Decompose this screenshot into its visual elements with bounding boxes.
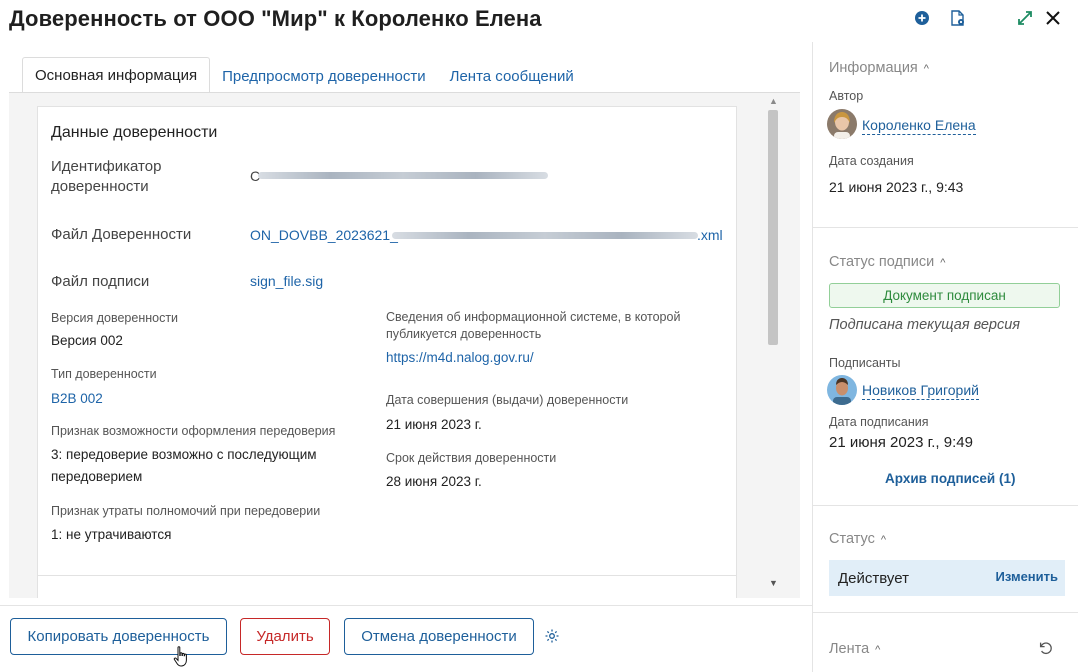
status-value: Действует	[838, 570, 909, 587]
sidebar-divider	[812, 42, 813, 672]
chevron-up-icon: ^	[880, 534, 887, 546]
issue-date-value: 21 июня 2023 г.	[386, 417, 482, 432]
file-redacted	[392, 232, 698, 239]
sidebar-separator	[813, 612, 1078, 613]
cancel-power-button[interactable]: Отмена доверенности	[344, 618, 534, 655]
type-label: Тип доверенности	[51, 367, 157, 381]
type-link[interactable]: B2B 002	[51, 391, 103, 406]
refresh-icon[interactable]	[1038, 640, 1054, 656]
expand-icon[interactable]	[1014, 6, 1036, 30]
delete-button[interactable]: Удалить	[240, 618, 330, 655]
next-card	[37, 575, 737, 598]
sidebar-separator	[813, 227, 1078, 228]
author-link[interactable]: Короленко Елена	[862, 117, 976, 135]
gear-icon[interactable]	[544, 628, 560, 644]
issue-date-label: Дата совершения (выдачи) доверенности	[386, 393, 629, 407]
status-section-header[interactable]: Статус ^	[829, 531, 886, 547]
version-label: Версия доверенности	[51, 311, 179, 325]
redelegation-label: Признак возможности оформления передовер…	[51, 424, 336, 438]
sign-file-label: Файл подписи	[51, 273, 150, 290]
status-section-title: Статус	[829, 531, 875, 547]
chevron-up-icon: ^	[940, 257, 946, 269]
status-badge: Документ подписан	[829, 283, 1060, 308]
chevron-up-icon: ^	[875, 644, 881, 656]
version-value: Версия 002	[51, 333, 123, 348]
tab-message-feed[interactable]: Лента сообщений	[438, 59, 586, 93]
close-icon[interactable]	[1042, 6, 1064, 30]
loss-label: Признак утраты полномочий при передовери…	[51, 504, 321, 518]
plus-circle-icon[interactable]	[911, 6, 933, 30]
page-title: Доверенность от ООО "Мир" к Короленко Ел…	[9, 6, 542, 31]
avatar	[827, 109, 857, 139]
tab-preview[interactable]: Предпросмотр доверенности	[210, 59, 437, 93]
feed-section-title: Лента	[829, 641, 870, 657]
file-link[interactable]: ON_DOVBB_2023621_	[250, 227, 398, 243]
header-toolbar	[911, 6, 1064, 30]
feed-section-header[interactable]: Лента ^	[829, 641, 880, 657]
file-link-ext[interactable]: .xml	[697, 227, 723, 243]
tab-main-info[interactable]: Основная информация	[22, 57, 211, 93]
action-bar-divider	[0, 605, 812, 606]
change-status-button[interactable]: Изменить	[995, 569, 1058, 584]
expiry-label: Срок действия доверенности	[386, 451, 557, 465]
tab-bar: Основная информация Предпросмотр доверен…	[22, 57, 586, 93]
section-title: Данные доверенности	[51, 124, 218, 141]
sign-status-title: Статус подписи	[829, 254, 935, 270]
sign-status-note: Подписана текущая версия	[829, 317, 1021, 333]
sidebar-separator	[813, 505, 1078, 506]
avatar	[827, 375, 857, 405]
document-settings-icon[interactable]	[947, 6, 969, 30]
created-value: 21 июня 2023 г., 9:43	[829, 179, 964, 195]
signature-archive-link[interactable]: Архив подписей (1)	[885, 471, 1016, 486]
loss-value: 1: не утрачиваются	[51, 527, 172, 542]
identifier-redacted	[258, 172, 548, 179]
created-label: Дата создания	[829, 154, 914, 168]
chevron-up-icon: ^	[923, 63, 929, 75]
status-box: Действует Изменить	[829, 560, 1065, 596]
sign-file-link[interactable]: sign_file.sig	[250, 273, 323, 289]
infosys-label: Сведения об информационной системе, в ко…	[386, 310, 681, 341]
author-label: Автор	[829, 89, 864, 103]
expiry-value: 28 июня 2023 г.	[386, 474, 482, 489]
scroll-up-icon[interactable]: ▲	[769, 96, 778, 106]
file-label: Файл Доверенности	[51, 226, 192, 243]
signed-date-value: 21 июня 2023 г., 9:49	[829, 434, 973, 451]
identifier-label: Идентификатор доверенности	[51, 158, 162, 195]
infosys-link[interactable]: https://m4d.nalog.gov.ru/	[386, 350, 534, 365]
info-section-header[interactable]: Информация ^	[829, 60, 929, 76]
scroll-down-icon[interactable]: ▼	[769, 578, 778, 588]
info-section-title: Информация	[829, 60, 918, 76]
scrollbar-thumb[interactable]	[768, 110, 778, 345]
sign-status-header[interactable]: Статус подписи ^	[829, 254, 945, 270]
signer-link[interactable]: Новиков Григорий	[862, 382, 979, 400]
copy-button[interactable]: Копировать доверенность	[10, 618, 227, 655]
hand-cursor-icon	[172, 645, 192, 669]
redelegation-value: 3: передоверие возможно с последующим пе…	[51, 447, 317, 484]
signers-label: Подписанты	[829, 356, 901, 370]
signed-date-label: Дата подписания	[829, 415, 929, 429]
